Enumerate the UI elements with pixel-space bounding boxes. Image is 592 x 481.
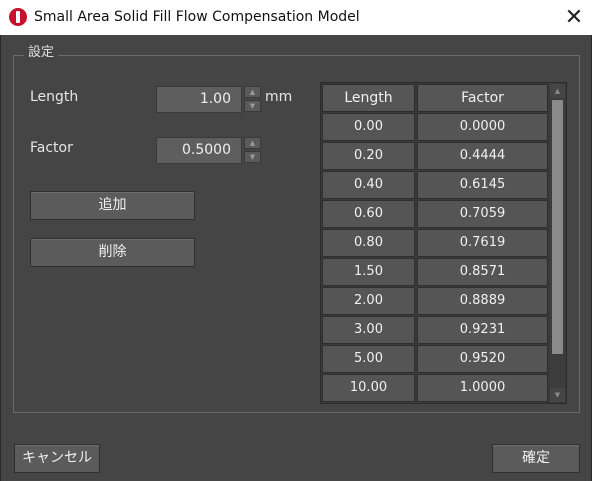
cell-factor[interactable]: 0.8889	[417, 287, 548, 315]
cell-factor[interactable]: 0.4444	[417, 142, 548, 170]
app-logo-icon	[9, 8, 27, 26]
factor-label: Factor	[30, 140, 73, 156]
length-spinbox: 1.00 ▲ ▼	[156, 86, 262, 113]
table-row[interactable]: 0.80 0.7619	[322, 229, 549, 257]
length-decrement-icon[interactable]: ▼	[244, 100, 261, 112]
cell-factor[interactable]: 0.7619	[417, 229, 548, 257]
table-row[interactable]: 10.00 1.0000	[322, 374, 549, 402]
scrollbar-thumb[interactable]	[552, 100, 563, 354]
cell-length[interactable]: 10.00	[322, 374, 415, 402]
table-row[interactable]: 2.00 0.8889	[322, 287, 549, 315]
cell-factor[interactable]: 0.0000	[417, 113, 548, 141]
table-row[interactable]: 0.60 0.7059	[322, 200, 549, 228]
cell-factor[interactable]: 1.0000	[417, 374, 548, 402]
window-title: Small Area Solid Fill Flow Compensation …	[34, 9, 360, 25]
compensation-table: Length Factor 0.00 0.0000 0.20 0.4444 0.40 0.…	[320, 82, 567, 404]
table-row[interactable]: 5.00 0.9520	[322, 345, 549, 373]
ok-button[interactable]: 確定	[492, 444, 580, 473]
cell-factor[interactable]: 0.8571	[417, 258, 548, 286]
delete-button[interactable]: 削除	[30, 238, 195, 267]
factor-input[interactable]: 0.5000	[156, 137, 242, 164]
length-input[interactable]: 1.00	[156, 86, 242, 113]
factor-increment-icon[interactable]: ▲	[244, 137, 261, 149]
cell-length[interactable]: 0.40	[322, 171, 415, 199]
factor-decrement-icon[interactable]: ▼	[244, 151, 261, 163]
cell-length[interactable]: 0.60	[322, 200, 415, 228]
table-scrollbar[interactable]: ▲ ▼	[550, 84, 565, 402]
cancel-button[interactable]: キャンセル	[14, 444, 100, 473]
scroll-up-icon[interactable]: ▲	[550, 84, 565, 98]
cell-factor[interactable]: 0.7059	[417, 200, 548, 228]
cell-factor[interactable]: 0.6145	[417, 171, 548, 199]
length-label: Length	[30, 89, 79, 105]
cell-length[interactable]: 0.00	[322, 113, 415, 141]
column-header-length[interactable]: Length	[322, 84, 415, 112]
length-increment-icon[interactable]: ▲	[244, 86, 261, 98]
table-row[interactable]: 0.20 0.4444	[322, 142, 549, 170]
scroll-down-icon[interactable]: ▼	[550, 388, 565, 402]
cell-length[interactable]: 0.80	[322, 229, 415, 257]
settings-group-label: 設定	[24, 46, 59, 60]
add-button[interactable]: 追加	[30, 191, 195, 220]
cell-length[interactable]: 3.00	[322, 316, 415, 344]
column-header-factor[interactable]: Factor	[417, 84, 548, 112]
cell-factor[interactable]: 0.9231	[417, 316, 548, 344]
table-row[interactable]: 0.40 0.6145	[322, 171, 549, 199]
cell-length[interactable]: 1.50	[322, 258, 415, 286]
close-icon[interactable]: ✕	[556, 0, 592, 35]
cell-length[interactable]: 5.00	[322, 345, 415, 373]
cell-length[interactable]: 0.20	[322, 142, 415, 170]
table-row[interactable]: 0.00 0.0000	[322, 113, 549, 141]
cell-factor[interactable]: 0.9520	[417, 345, 548, 373]
title-bar: Small Area Solid Fill Flow Compensation …	[0, 0, 592, 35]
length-unit: mm	[265, 89, 293, 105]
factor-spinbox: 0.5000 ▲ ▼	[156, 137, 262, 164]
table-row[interactable]: 1.50 0.8571	[322, 258, 549, 286]
cell-length[interactable]: 2.00	[322, 287, 415, 315]
table-row[interactable]: 3.00 0.9231	[322, 316, 549, 344]
